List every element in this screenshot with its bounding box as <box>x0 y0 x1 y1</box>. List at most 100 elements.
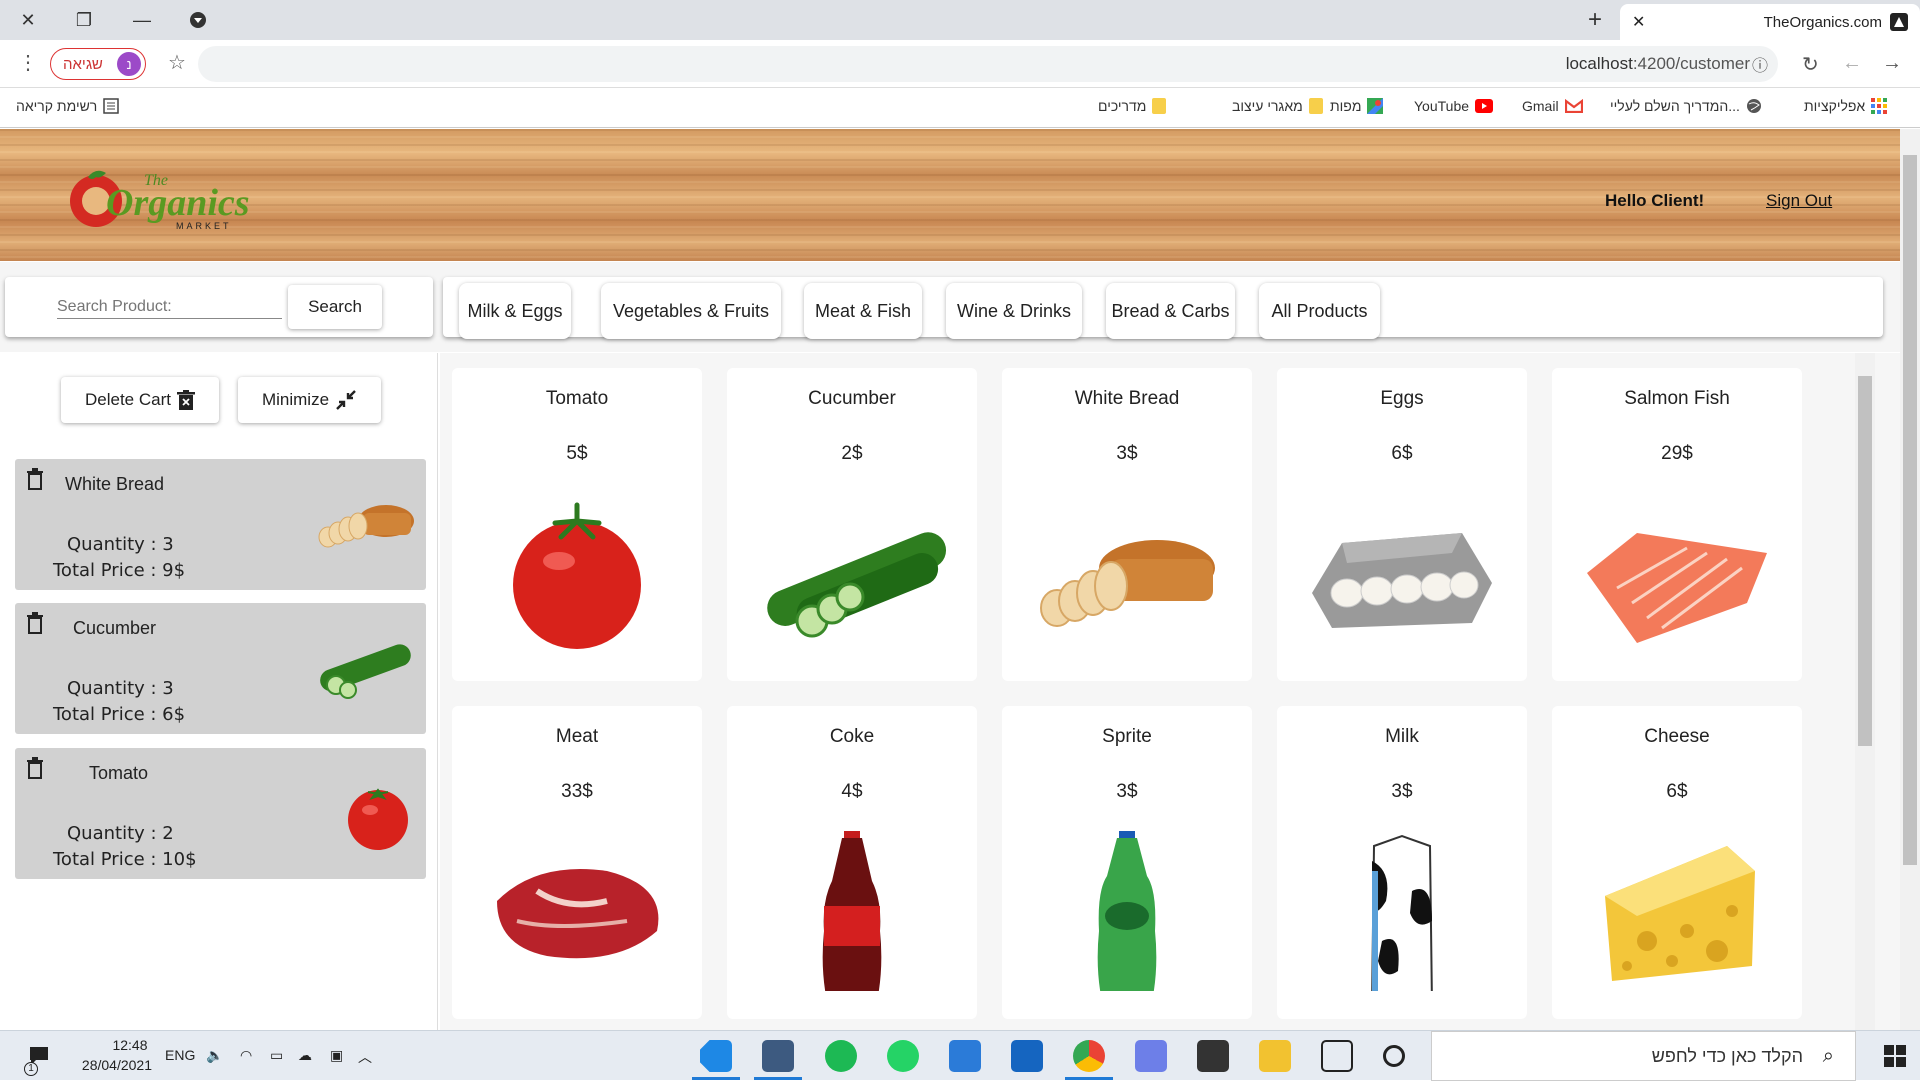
trash-icon[interactable] <box>26 468 44 490</box>
category-wine-drinks[interactable]: Wine & Drinks <box>946 283 1082 339</box>
bookmark-design[interactable]: מאגרי עיצוב <box>1232 98 1323 114</box>
restore-window-icon[interactable]: ❐ <box>70 6 98 34</box>
product-name: Cucumber <box>808 388 896 409</box>
whatsapp-icon[interactable] <box>887 1040 919 1072</box>
bookmark-youtube[interactable]: YouTube <box>1414 98 1494 114</box>
tab-search-icon[interactable] <box>184 6 212 34</box>
minimize-label: Minimize <box>261 390 330 409</box>
trash-icon[interactable] <box>26 612 44 634</box>
folder-icon <box>1308 98 1323 114</box>
delete-cart-label: Delete Cart <box>85 390 171 409</box>
coke-bottle-image <box>822 831 882 991</box>
wifi-icon[interactable]: ◠ <box>240 1047 252 1064</box>
bookmark-guide[interactable]: המדריך השלם לעליי... <box>1610 98 1762 114</box>
product-card[interactable]: Cheese 6$ <box>1552 706 1802 1019</box>
language-indicator[interactable]: ENG <box>165 1047 195 1063</box>
new-tab-icon[interactable]: + <box>1588 6 1602 34</box>
profile-button[interactable]: שגיאה נ <box>50 48 146 80</box>
product-card[interactable]: Salmon Fish 29$ <box>1552 368 1802 681</box>
site-info-icon[interactable]: ⓘ <box>1752 52 1768 76</box>
category-milk-eggs[interactable]: Milk & Eggs <box>459 283 571 339</box>
bookmark-gmail[interactable]: Gmail <box>1522 98 1583 114</box>
bookmark-label: המדריך השלם לעליי... <box>1610 98 1740 114</box>
store-icon[interactable] <box>1197 1040 1229 1072</box>
sign-out-link[interactable]: Sign Out <box>1766 191 1832 211</box>
close-window-icon[interactable]: ✕ <box>14 6 42 34</box>
minimize-window-icon[interactable]: — <box>128 6 156 34</box>
back-icon[interactable]: → <box>1882 52 1902 75</box>
product-card[interactable]: Eggs 6$ <box>1277 368 1527 681</box>
sql-studio-icon[interactable] <box>762 1040 794 1072</box>
delete-cart-button[interactable]: Delete Cart <box>61 377 219 423</box>
browser-tab-strip: ✕ ❐ — + TheOrganics.com ✕ <box>0 0 1920 40</box>
bookmark-star-icon[interactable]: ☆ <box>168 50 186 75</box>
maps-icon <box>1367 98 1384 114</box>
device-icon[interactable]: ▣ <box>330 1047 343 1064</box>
windows-start-icon[interactable] <box>1884 1045 1906 1072</box>
product-price: 3$ <box>1116 781 1138 802</box>
bread-image <box>318 505 414 548</box>
product-card[interactable]: Cucumber 2$ <box>727 368 977 681</box>
reading-list[interactable]: רשימת קריאה <box>16 98 120 114</box>
trash-icon[interactable] <box>26 757 44 779</box>
cart-sidebar: Delete Cart Minimize White Bread Quantit… <box>0 353 438 1030</box>
reading-list-label: רשימת קריאה <box>16 98 98 114</box>
onedrive-icon[interactable]: ☁ <box>298 1047 312 1064</box>
forward-icon[interactable]: ← <box>1842 52 1862 75</box>
cheese-image <box>1605 846 1755 981</box>
product-grid-scroll-thumb[interactable] <box>1858 376 1872 746</box>
mail-icon[interactable] <box>1011 1040 1043 1072</box>
product-price: 6$ <box>1391 443 1413 464</box>
product-card[interactable]: Sprite 3$ <box>1002 706 1252 1019</box>
bookmark-apps[interactable]: אפליקציות <box>1804 98 1888 114</box>
search-button[interactable]: Search <box>288 285 382 329</box>
eggs-image <box>1312 533 1492 628</box>
chrome-icon[interactable] <box>1073 1040 1105 1072</box>
category-meat-fish[interactable]: Meat & Fish <box>804 283 922 339</box>
omnibox[interactable] <box>198 46 1778 82</box>
clock-date[interactable]: 28/04/2021 <box>72 1057 152 1073</box>
cart-item: Tomato Quantity : 2 Total Price : 10$ <box>15 748 426 879</box>
chevron-up-icon[interactable]: ︿ <box>358 1047 372 1067</box>
url-text[interactable]: localhost:4200/customer <box>1566 54 1750 74</box>
volume-icon[interactable]: 🔈 <box>206 1047 223 1064</box>
battery-icon[interactable]: ▭ <box>270 1047 283 1064</box>
product-card[interactable]: Tomato 5$ <box>452 368 702 681</box>
reload-icon[interactable]: ↻ <box>1802 52 1819 77</box>
spotify-icon[interactable] <box>825 1040 857 1072</box>
vscode-icon[interactable] <box>700 1040 732 1072</box>
cortana-icon[interactable] <box>1383 1045 1405 1067</box>
url-path: :4200/customer <box>1632 54 1750 73</box>
calendar-icon[interactable] <box>949 1040 981 1072</box>
bookmark-label: מפות <box>1330 98 1362 114</box>
ai-app-icon[interactable] <box>1135 1040 1167 1072</box>
search-icon: ⌕ <box>1822 1045 1834 1067</box>
browser-tab[interactable]: TheOrganics.com ✕ <box>1620 4 1920 40</box>
minimize-cart-button[interactable]: Minimize <box>238 377 381 423</box>
search-input[interactable] <box>57 295 282 319</box>
clock-time[interactable]: 12:48 <box>95 1037 165 1053</box>
category-all-products[interactable]: All Products <box>1259 283 1380 339</box>
greeting-text: Hello Client! <box>1605 191 1705 210</box>
bookmark-maps[interactable]: מפות <box>1330 98 1384 114</box>
product-card[interactable]: Milk 3$ <box>1277 706 1527 1019</box>
product-card[interactable]: Meat 33$ <box>452 706 702 1019</box>
bookmark-guides[interactable]: מדריכים <box>1098 98 1167 114</box>
category-vegetables-fruits[interactable]: Vegetables & Fruits <box>601 283 781 339</box>
product-price: 4$ <box>841 781 863 802</box>
task-view-icon[interactable] <box>1321 1040 1353 1072</box>
page-scroll-thumb[interactable] <box>1903 155 1917 865</box>
product-card[interactable]: Coke 4$ <box>727 706 977 1019</box>
product-name: Coke <box>829 726 875 747</box>
bookmarks-bar: רשימת קריאה מדריכים מאגרי עיצוב מפות You… <box>0 88 1920 128</box>
menu-kebab-icon[interactable]: ⋮ <box>18 50 38 75</box>
cart-item-total: Total Price : 6$ <box>53 704 186 725</box>
tab-title: TheOrganics.com <box>1763 13 1882 31</box>
product-card[interactable]: White Bread 3$ <box>1002 368 1252 681</box>
tab-close-icon[interactable]: ✕ <box>1632 12 1645 32</box>
folder-icon <box>1152 98 1167 114</box>
organics-logo[interactable]: The Organics MARKET <box>66 157 266 237</box>
taskbar-search[interactable]: הקלד כאן כדי לחפש <box>1431 1031 1856 1081</box>
file-explorer-icon[interactable] <box>1259 1040 1291 1072</box>
category-bread-carbs[interactable]: Bread & Carbs <box>1106 283 1235 339</box>
